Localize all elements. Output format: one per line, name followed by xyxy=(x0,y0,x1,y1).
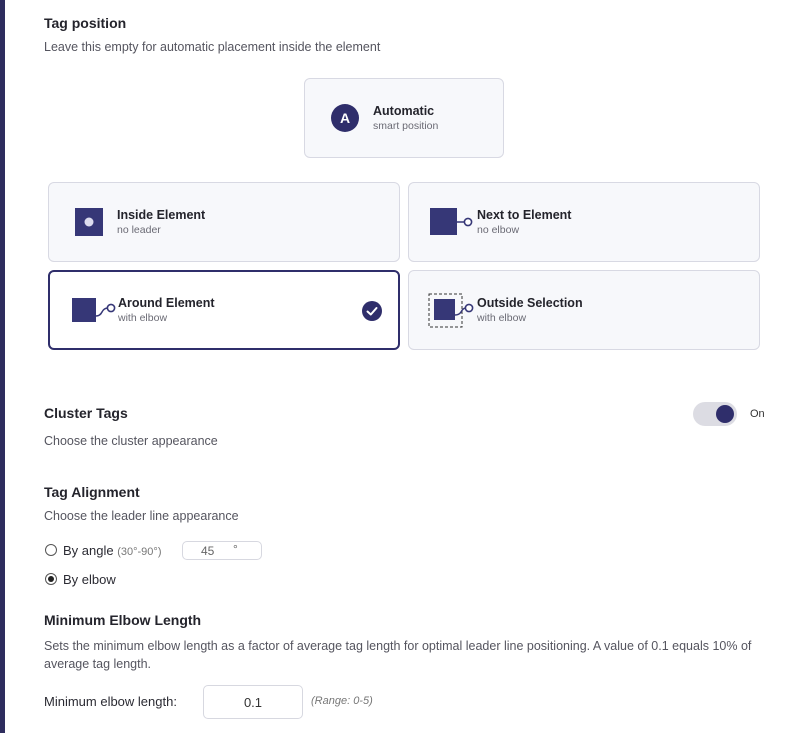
by-angle-radio[interactable] xyxy=(45,544,57,556)
automatic-badge-icon: A xyxy=(331,104,359,132)
cluster-tags-toggle-label: On xyxy=(750,408,765,420)
tag-position-title: Tag position xyxy=(44,15,127,31)
cluster-tags-title: Cluster Tags xyxy=(44,405,128,421)
by-elbow-radio[interactable] xyxy=(45,573,57,585)
next-to-element-title: Next to Element xyxy=(477,208,572,222)
outside-selection-title: Outside Selection xyxy=(477,296,583,310)
min-elbow-range: (Range: 0-5) xyxy=(311,695,373,707)
automatic-title: Automatic xyxy=(373,104,435,118)
tag-alignment-title: Tag Alignment xyxy=(44,484,140,500)
min-elbow-input[interactable]: 0.1 xyxy=(203,685,303,719)
inside-element-title: Inside Element xyxy=(117,208,206,222)
around-element-option-card[interactable]: Around Element with elbow xyxy=(48,270,400,350)
tag-alignment-description: Choose the leader line appearance xyxy=(44,509,239,523)
outside-selection-option-card[interactable]: Outside Selection with elbow xyxy=(408,270,760,350)
inside-element-subtitle: no leader xyxy=(117,224,161,236)
next-to-element-subtitle: no elbow xyxy=(477,224,520,236)
inside-element-icon xyxy=(75,208,103,236)
around-element-title: Around Element xyxy=(118,296,215,310)
tag-position-description: Leave this empty for automatic placement… xyxy=(44,40,381,54)
cluster-tags-toggle[interactable] xyxy=(693,402,737,426)
toggle-knob xyxy=(716,405,734,423)
cluster-tags-description: Choose the cluster appearance xyxy=(44,434,218,448)
automatic-option-card[interactable]: A Automatic smart position xyxy=(304,78,504,158)
by-angle-range: (30°-90°) xyxy=(117,546,162,558)
next-to-element-icon xyxy=(430,208,473,235)
inside-element-option-card[interactable]: Inside Element no leader xyxy=(48,182,400,262)
by-angle-label: By angle (30°-90°) xyxy=(63,543,161,558)
around-element-icon xyxy=(72,298,116,322)
min-elbow-value: 0.1 xyxy=(243,695,263,710)
outside-selection-icon xyxy=(428,293,474,328)
outside-selection-subtitle: with elbow xyxy=(477,312,527,324)
sidebar-edge xyxy=(0,0,5,733)
next-to-element-option-card[interactable]: Next to Element no elbow xyxy=(408,182,760,262)
min-elbow-title: Minimum Elbow Length xyxy=(44,612,202,628)
automatic-subtitle: smart position xyxy=(373,120,439,132)
around-element-subtitle: with elbow xyxy=(118,312,168,324)
by-angle-label-text: By angle xyxy=(63,543,114,558)
min-elbow-label: Minimum elbow length: xyxy=(44,694,177,709)
by-elbow-label: By elbow xyxy=(63,572,116,587)
angle-input[interactable]: 45 ° xyxy=(182,541,262,560)
angle-unit: ° xyxy=(233,542,238,556)
selected-check-icon xyxy=(362,301,382,321)
angle-value: 45 xyxy=(201,544,215,558)
min-elbow-description: Sets the minimum elbow length as a facto… xyxy=(44,639,752,671)
